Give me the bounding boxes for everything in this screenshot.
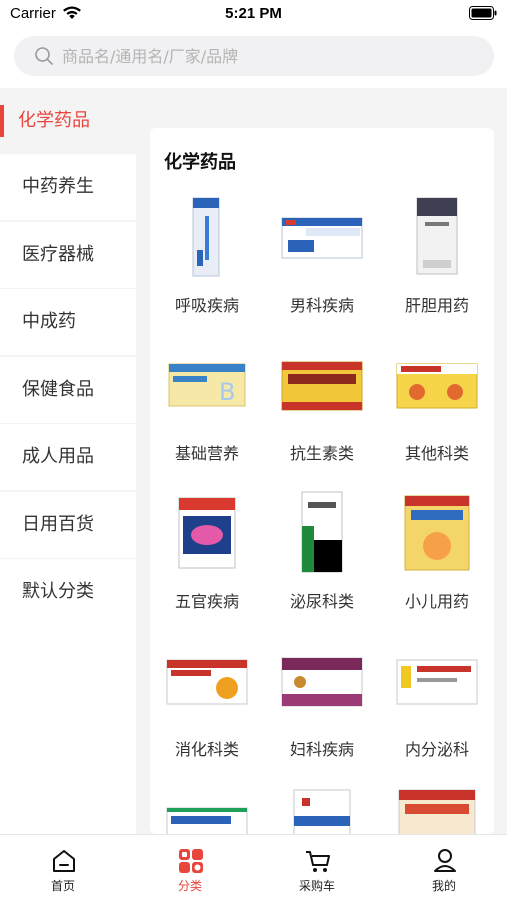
medicine-box-icon: [396, 363, 478, 409]
medicine-box-icon: [166, 807, 248, 834]
category-gynecology[interactable]: 妇科疾病: [265, 638, 379, 786]
category-label: 泌尿科类: [289, 592, 354, 611]
sidebar-item-adult-products[interactable]: 成人用品: [0, 424, 136, 490]
sidebar-item-label: 日用百货: [22, 514, 94, 535]
subcategory-panel: 化学药品 呼吸疾病 男科疾病 肝胆用药 B 基础营养 抗生素类 其他科类 五官疾…: [150, 128, 494, 834]
category-label: 五官疾病: [174, 592, 239, 611]
medicine-box-icon: [301, 491, 343, 573]
medicine-box-icon: [178, 497, 236, 569]
category-label: 妇科疾病: [289, 740, 354, 759]
medicine-box-icon: [416, 197, 458, 275]
category-item[interactable]: [265, 786, 379, 834]
cart-icon: [306, 851, 330, 872]
tab-label: 分类: [177, 879, 202, 893]
category-endocrine[interactable]: 内分泌科: [380, 638, 494, 786]
category-icon: [179, 849, 203, 873]
category-pediatrics[interactable]: 小儿用药: [380, 490, 494, 638]
medicine-box-icon: [281, 217, 363, 259]
sidebar-item-chinese-patent-medicine[interactable]: 中成药: [0, 289, 136, 355]
category-urology[interactable]: 泌尿科类: [265, 490, 379, 638]
category-label: 抗生素类: [289, 444, 354, 463]
medicine-box-icon: [398, 789, 476, 834]
tab-cart[interactable]: 采购车: [254, 835, 380, 900]
sidebar-item-medical-devices[interactable]: 医疗器械: [0, 222, 136, 288]
medicine-box-icon: [281, 657, 363, 707]
search-input[interactable]: [62, 44, 462, 68]
sidebar-item-label: 中药养生: [22, 176, 94, 197]
category-basic-nutrition[interactable]: B 基础营养: [150, 342, 264, 490]
category-label: 男科疾病: [289, 296, 354, 315]
home-icon: [53, 850, 75, 872]
sidebar-item-tcm-health[interactable]: 中药养生: [0, 154, 136, 220]
category-liver-gallbladder[interactable]: 肝胆用药: [380, 194, 494, 342]
sidebar-item-health-food[interactable]: 保健食品: [0, 357, 136, 423]
medicine-box-icon: [281, 361, 363, 411]
category-label: 消化科类: [174, 740, 239, 759]
tab-label: 我的: [431, 879, 456, 893]
category-andrology[interactable]: 男科疾病: [265, 194, 379, 342]
medicine-box-icon: [404, 495, 470, 571]
sidebar-item-label: 成人用品: [22, 446, 94, 467]
medicine-box-icon: B: [168, 363, 246, 407]
panel-title: 化学药品: [164, 152, 236, 173]
sidebar-item-label: 中成药: [22, 311, 76, 332]
sidebar-item-label: 化学药品: [18, 110, 90, 131]
medicine-box-icon: [396, 659, 478, 705]
category-label: 呼吸疾病: [174, 296, 239, 315]
medicine-box-icon: [166, 659, 248, 705]
category-item[interactable]: [150, 786, 264, 834]
sidebar-item-daily-goods[interactable]: 日用百货: [0, 492, 136, 558]
battery-icon: [469, 6, 497, 20]
svg-text:B: B: [219, 378, 235, 406]
user-icon: [434, 849, 456, 872]
tab-home[interactable]: 首页: [0, 835, 126, 900]
sidebar-item-label: 默认分类: [22, 581, 94, 602]
status-bar: Carrier 5:21 PM: [0, 0, 507, 30]
sidebar-item-default-category[interactable]: 默认分类: [0, 559, 136, 834]
tab-category[interactable]: 分类: [127, 835, 253, 900]
medicine-box-icon: [192, 197, 220, 277]
medicine-box-icon: [293, 789, 351, 834]
category-respiratory[interactable]: 呼吸疾病: [150, 194, 264, 342]
status-time: 5:21 PM: [225, 5, 282, 22]
bottom-tab-bar: 首页 分类 采购车 我的: [0, 834, 507, 900]
search-bar[interactable]: [14, 36, 494, 76]
category-label: 内分泌科: [404, 740, 469, 759]
category-label: 肝胆用药: [404, 296, 469, 315]
tab-label: 采购车: [298, 879, 335, 893]
sidebar-item-chemical-drugs[interactable]: 化学药品: [0, 88, 136, 154]
category-antibiotics[interactable]: 抗生素类: [265, 342, 379, 490]
category-label: 基础营养: [174, 444, 239, 463]
category-digestive[interactable]: 消化科类: [150, 638, 264, 786]
category-ent[interactable]: 五官疾病: [150, 490, 264, 638]
category-label: 小儿用药: [404, 592, 469, 611]
sidebar-item-label: 保健食品: [22, 379, 94, 400]
search-icon: [35, 47, 53, 65]
tab-label: 首页: [50, 879, 75, 893]
sidebar-item-label: 医疗器械: [22, 244, 94, 265]
category-sidebar: 化学药品 中药养生 医疗器械 中成药 保健食品 成人用品 日用百货 默认分类: [0, 88, 136, 834]
category-label: 其他科类: [404, 444, 469, 463]
tab-profile[interactable]: 我的: [381, 835, 507, 900]
category-other[interactable]: 其他科类: [380, 342, 494, 490]
category-item[interactable]: [380, 786, 494, 834]
